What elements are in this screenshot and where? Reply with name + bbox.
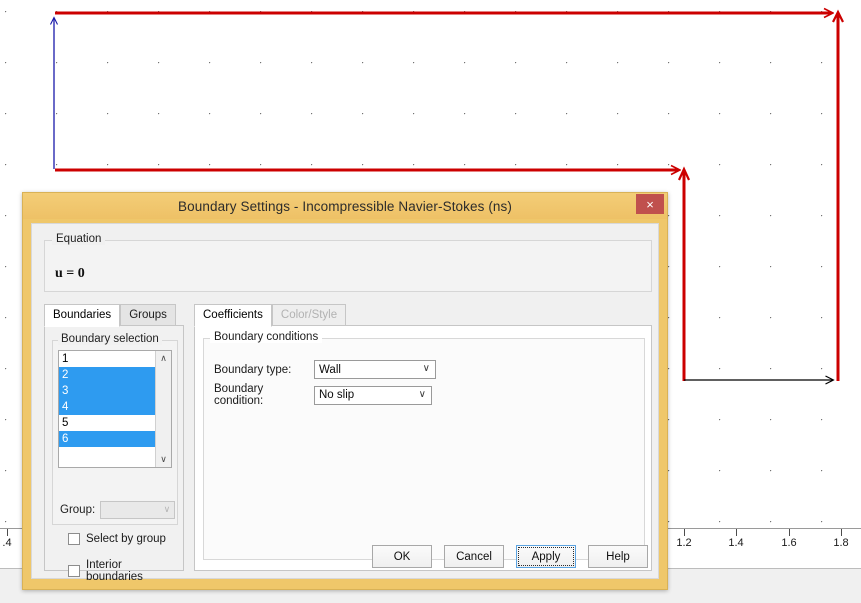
boundary-type-value: Wall <box>319 363 341 376</box>
axis-tick-label: 1.4 <box>728 537 744 549</box>
boundary-type-row: Boundary type: Wall ∨ <box>214 360 436 379</box>
list-item[interactable]: 4 <box>59 399 155 415</box>
ok-button[interactable]: OK <box>372 545 432 568</box>
dialog-title: Boundary Settings - Incompressible Navie… <box>178 198 512 214</box>
axis-tick-label: 1.8 <box>833 537 849 549</box>
right-tabstrip[interactable]: Coefficients Color/Style <box>194 304 347 327</box>
boundary-condition-row: Boundary condition: No slip ∨ <box>214 383 432 407</box>
apply-button[interactable]: Apply <box>516 545 576 568</box>
dialog-titlebar[interactable]: Boundary Settings - Incompressible Navie… <box>23 193 667 219</box>
tab-boundaries[interactable]: Boundaries <box>44 304 121 327</box>
tab-coefficients[interactable]: Coefficients <box>194 304 272 327</box>
chevron-up-icon[interactable]: ∧ <box>156 351 171 366</box>
boundary-list-scrollbar[interactable]: ∧ ∨ <box>155 351 171 467</box>
chevron-down-icon: ∨ <box>422 363 430 374</box>
tab-groups[interactable]: Groups <box>120 304 176 327</box>
interior-boundaries-checkbox-row[interactable]: Interior boundaries <box>68 559 177 583</box>
axis-tick-label: 1.6 <box>781 537 797 549</box>
equation-groupbox: Equation u = 0 <box>44 233 652 292</box>
dialog-body: Equation u = 0 Boundaries Groups Boundary… <box>31 223 659 583</box>
boundary-list[interactable]: 1 2 3 4 5 6 ∧ ∨ <box>58 350 172 468</box>
boundary-list-items: 1 2 3 4 5 6 <box>59 351 155 467</box>
group-dropdown: ∨ <box>100 501 176 519</box>
axis-tick <box>736 529 737 536</box>
boundary-settings-dialog[interactable]: Boundary Settings - Incompressible Navie… <box>22 192 668 590</box>
select-by-group-label: Select by group <box>86 533 166 545</box>
boundary-conditions-groupbox: Boundary conditions Boundary type: Wall … <box>203 331 645 560</box>
chevron-down-icon: ∨ <box>163 504 171 514</box>
equation-expression: u = 0 <box>55 266 85 281</box>
axis-tick <box>7 529 8 536</box>
interior-boundaries-label: Interior boundaries <box>86 559 143 583</box>
boundary-type-label: Boundary type: <box>214 363 292 376</box>
axis-tick <box>684 529 685 536</box>
dialog-footer: OK Cancel Apply Help <box>372 545 648 568</box>
group-row: Group: ∨ <box>60 501 180 519</box>
boundary-type-dropdown[interactable]: Wall ∨ <box>314 360 436 379</box>
select-by-group-checkbox-row[interactable]: Select by group <box>68 533 166 545</box>
boundary-condition-value: No slip <box>319 389 355 401</box>
list-item[interactable]: 3 <box>59 383 155 399</box>
list-item[interactable]: 1 <box>59 351 155 367</box>
group-label: Group: <box>60 504 96 516</box>
boundary-conditions-title: Boundary conditions <box>210 331 323 343</box>
boundary-condition-label: Boundary condition: <box>214 383 264 407</box>
list-item[interactable]: 6 <box>59 431 155 447</box>
application-window: .4 1.2 1.4 1.6 1.8 Boundary Settings - Incom… <box>0 0 861 603</box>
boundary-selection-title: Boundary selection <box>58 333 162 345</box>
axis-tick <box>789 529 790 536</box>
boundary-condition-dropdown[interactable]: No slip ∨ <box>314 385 432 405</box>
tab-color-style: Color/Style <box>271 304 347 327</box>
axis-tick <box>841 529 842 536</box>
list-item[interactable]: 2 <box>59 367 155 383</box>
equation-group-title: Equation <box>52 233 106 245</box>
coefficients-tab-panel: Boundary conditions Boundary type: Wall … <box>194 325 652 571</box>
boundaries-tab-panel: Boundary selection 1 2 3 4 5 6 ∧ ∨ Group… <box>44 325 184 583</box>
close-icon[interactable]: × <box>636 194 664 214</box>
axis-tick-label: .4 <box>2 537 12 549</box>
chevron-down-icon[interactable]: ∨ <box>156 452 171 467</box>
chevron-down-icon: ∨ <box>418 388 426 400</box>
boundary-selection-groupbox: Boundary selection 1 2 3 4 5 6 ∧ ∨ Group… <box>52 333 180 583</box>
select-by-group-checkbox[interactable] <box>68 533 80 545</box>
cancel-button[interactable]: Cancel <box>444 545 504 568</box>
list-item[interactable]: 5 <box>59 415 155 431</box>
axis-tick-label: 1.2 <box>676 537 692 549</box>
interior-boundaries-checkbox[interactable] <box>68 565 80 577</box>
help-button[interactable]: Help <box>588 545 648 568</box>
left-tabstrip[interactable]: Boundaries Groups <box>44 304 176 327</box>
